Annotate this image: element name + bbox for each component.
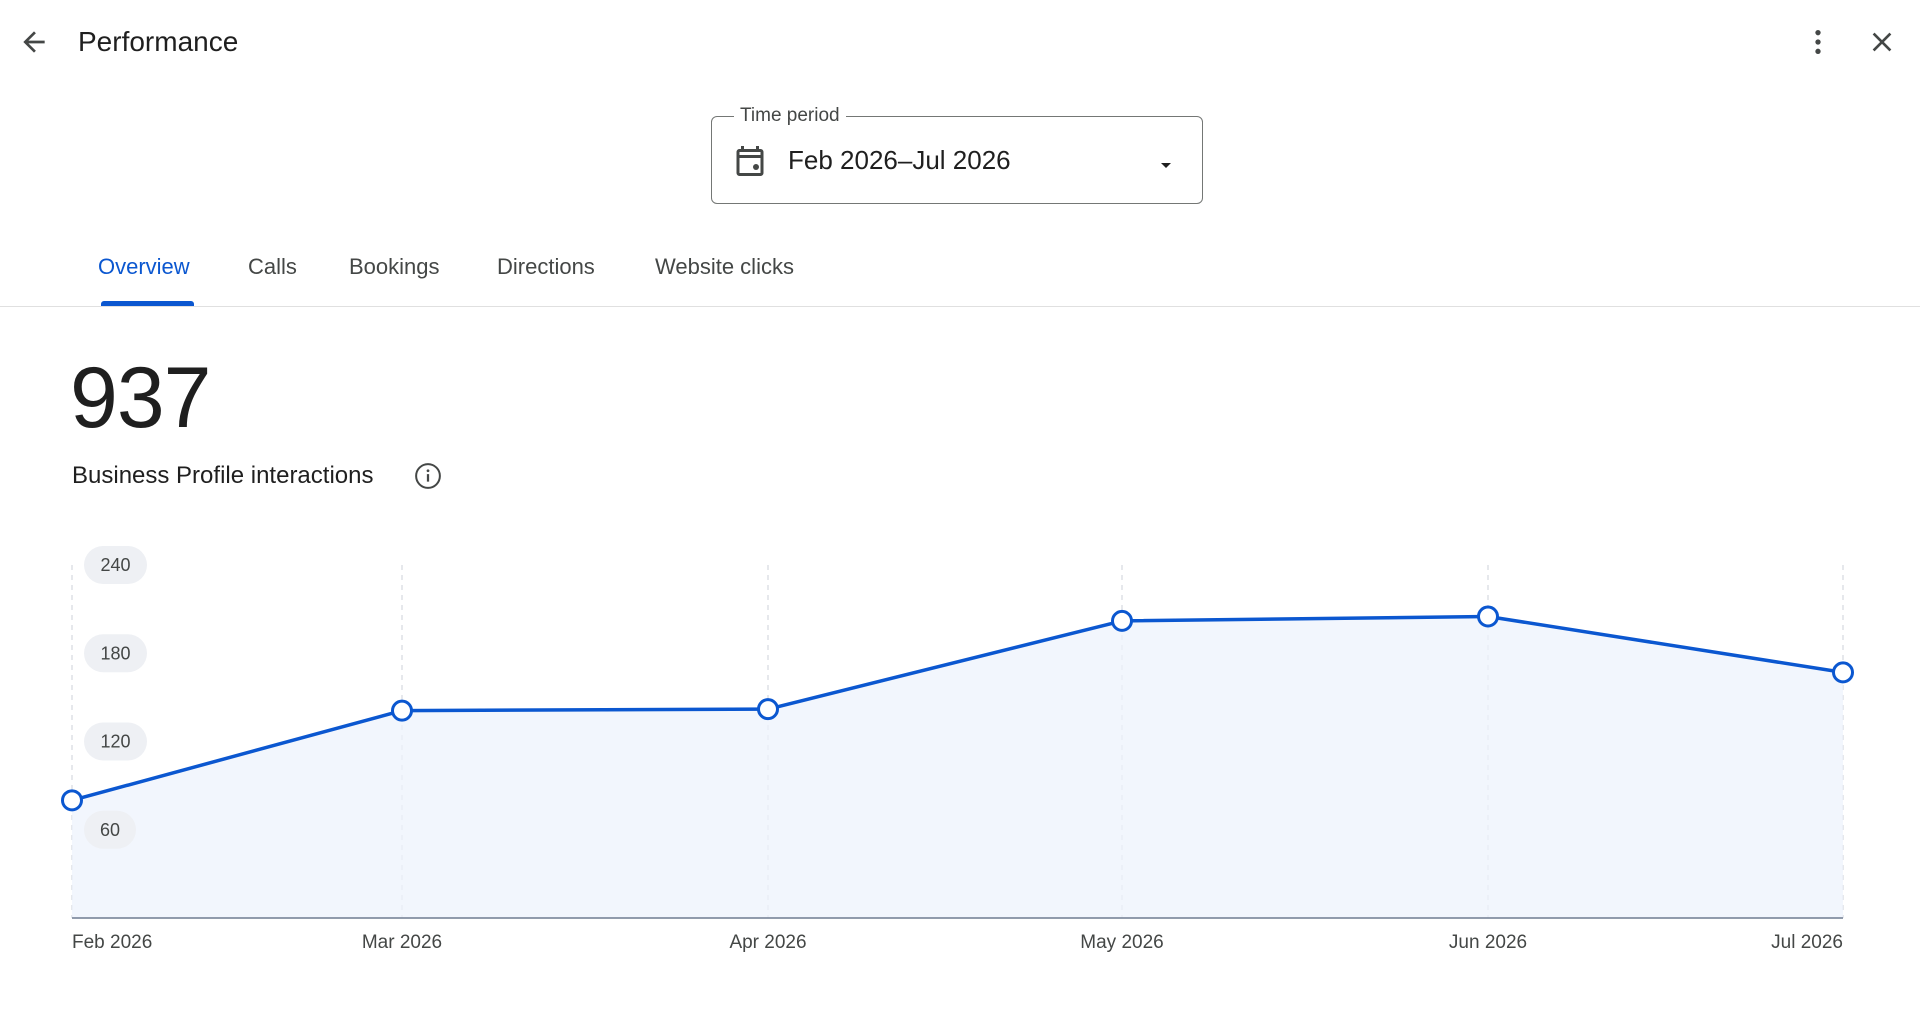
close-button[interactable] bbox=[1858, 20, 1906, 68]
total-interactions-value: 937 bbox=[70, 350, 211, 446]
chevron-down-icon bbox=[1154, 153, 1178, 182]
x-tick-label: May 2026 bbox=[1080, 932, 1163, 953]
x-tick-label: Jul 2026 bbox=[1771, 932, 1843, 953]
arrow-back-icon bbox=[18, 26, 50, 63]
svg-text:120: 120 bbox=[100, 732, 130, 752]
metric-label: Business Profile interactions bbox=[72, 462, 374, 489]
data-point bbox=[1832, 661, 1854, 684]
more-vert-icon bbox=[1802, 26, 1834, 63]
svg-text:180: 180 bbox=[100, 643, 130, 663]
back-button[interactable] bbox=[10, 20, 58, 68]
tab-bar: Overview Calls Bookings Directions Websi… bbox=[0, 240, 1920, 307]
data-point bbox=[1477, 605, 1499, 628]
data-point bbox=[391, 699, 413, 722]
y-tick-label: 180 bbox=[84, 634, 147, 673]
time-period-select[interactable]: Time period Feb 2026–Jul 2026 bbox=[711, 105, 1203, 204]
more-options-button[interactable] bbox=[1794, 20, 1842, 68]
tab-directions[interactable]: Directions bbox=[497, 254, 595, 280]
data-point bbox=[61, 789, 83, 812]
close-icon bbox=[1866, 26, 1898, 63]
chart-svg: 60 120 180 240 Feb 2026 Mar 2026 Apr 2026 May 2… bbox=[61, 546, 1854, 953]
header: Performance bbox=[0, 0, 1920, 90]
data-point bbox=[757, 698, 779, 721]
y-tick-label: 60 bbox=[84, 810, 136, 849]
y-tick-label: 120 bbox=[84, 722, 147, 761]
data-point bbox=[1111, 609, 1133, 632]
active-tab-indicator bbox=[101, 301, 194, 306]
calendar-icon bbox=[732, 143, 768, 184]
y-tick-label: 240 bbox=[84, 546, 147, 584]
svg-text:240: 240 bbox=[100, 555, 130, 575]
tab-overview[interactable]: Overview bbox=[98, 254, 190, 280]
time-period-label: Time period bbox=[734, 105, 846, 127]
interactions-chart: 60 120 180 240 Feb 2026 Mar 2026 Apr 2026 May 2… bbox=[0, 520, 1920, 980]
tab-website-clicks[interactable]: Website clicks bbox=[655, 254, 794, 280]
time-period-value: Feb 2026–Jul 2026 bbox=[788, 145, 1011, 175]
x-tick-label: Apr 2026 bbox=[729, 932, 806, 953]
tab-calls[interactable]: Calls bbox=[248, 254, 297, 280]
x-tick-label: Jun 2026 bbox=[1449, 932, 1527, 953]
x-tick-label: Mar 2026 bbox=[362, 932, 442, 953]
x-tick-label: Feb 2026 bbox=[72, 932, 152, 953]
svg-text:60: 60 bbox=[100, 820, 120, 840]
info-icon[interactable] bbox=[413, 461, 443, 496]
page-title: Performance bbox=[78, 26, 239, 57]
tab-bookings[interactable]: Bookings bbox=[349, 254, 440, 280]
